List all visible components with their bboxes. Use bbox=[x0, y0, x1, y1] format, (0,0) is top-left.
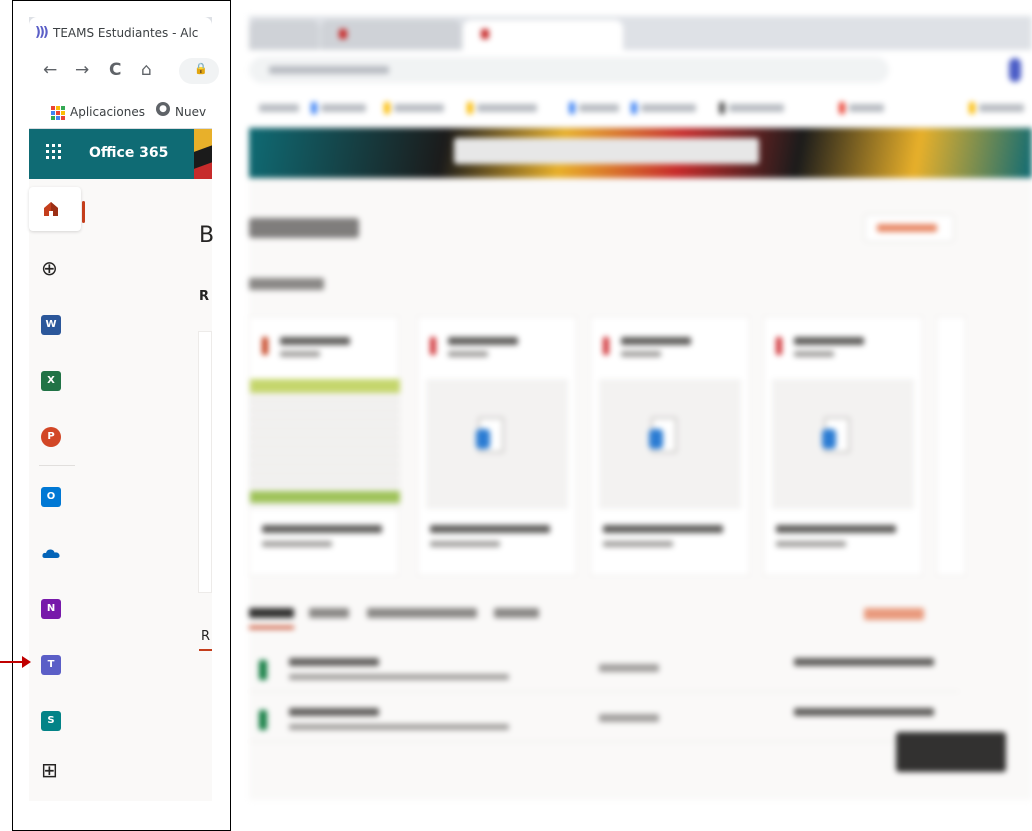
plus-circle-icon: ⊕ bbox=[41, 256, 58, 280]
app-rail: ⊕ W X P O N T S ⊞ bbox=[29, 179, 93, 801]
active-indicator bbox=[82, 201, 85, 223]
rail-item-teams[interactable]: T bbox=[29, 643, 93, 687]
tab-title: TEAMS Estudiantes - Alc bbox=[53, 26, 199, 40]
address-bar[interactable]: 🔒 bbox=[179, 58, 219, 84]
rail-item-all-apps[interactable]: ⊞ bbox=[29, 749, 93, 793]
word-icon: W bbox=[41, 315, 61, 335]
blurred-suite-header bbox=[249, 128, 1032, 178]
rail-item-onedrive[interactable] bbox=[29, 531, 93, 575]
blurred-feedback-toast[interactable] bbox=[896, 732, 1006, 772]
globe-icon: ● bbox=[156, 102, 170, 116]
recent-heading-peek: R bbox=[199, 289, 210, 304]
blurred-navbar bbox=[249, 50, 1032, 90]
blurred-main bbox=[249, 178, 1032, 800]
tab-underline bbox=[199, 649, 212, 651]
blurred-bookmarks bbox=[249, 90, 1032, 128]
all-apps-icon: ⊞ bbox=[41, 758, 58, 782]
rail-item-outlook[interactable]: O bbox=[29, 475, 93, 519]
right-blurred-panel bbox=[231, 0, 1032, 831]
tab-peek: R bbox=[201, 629, 211, 644]
rail-divider bbox=[39, 465, 75, 466]
outlook-icon: O bbox=[41, 487, 61, 507]
annotation-arrow-head bbox=[22, 656, 31, 668]
rail-item-sharepoint[interactable]: S bbox=[29, 699, 93, 743]
onenote-icon: N bbox=[41, 599, 61, 619]
back-icon[interactable]: ← bbox=[43, 60, 57, 80]
home-nav-icon[interactable]: ⌂ bbox=[141, 60, 152, 80]
browser-navbar: ← → C ⌂ 🔒 bbox=[29, 51, 219, 91]
teams-favicon-icon: ))) bbox=[35, 25, 49, 40]
annotation-arrow-line bbox=[0, 661, 24, 663]
teams-icon: T bbox=[41, 655, 61, 675]
browser-tab-active[interactable]: ))) TEAMS Estudiantes - Alc bbox=[29, 17, 212, 51]
lock-icon: 🔒 bbox=[194, 62, 208, 75]
screenshot-stage: ))) TEAMS Estudiantes - Alc ← → C ⌂ 🔒 Ap… bbox=[0, 0, 1032, 831]
home-icon bbox=[44, 202, 58, 216]
main-content-peek: B R R bbox=[93, 179, 215, 801]
waffle-menu-icon[interactable] bbox=[46, 144, 61, 159]
left-crop-panel: ))) TEAMS Estudiantes - Alc ← → C ⌂ 🔒 Ap… bbox=[12, 0, 231, 831]
onedrive-icon bbox=[42, 549, 60, 558]
forward-icon[interactable]: → bbox=[75, 60, 89, 80]
rail-item-word[interactable]: W bbox=[29, 303, 93, 347]
rail-item-powerpoint[interactable]: P bbox=[29, 415, 93, 459]
header-banner-art bbox=[194, 129, 212, 179]
bookmark-apps[interactable]: Aplicaciones bbox=[70, 105, 145, 119]
brand-title[interactable]: Office 365 bbox=[89, 145, 168, 161]
bookmark-second[interactable]: Nuev bbox=[175, 105, 206, 119]
bookmarks-bar: Aplicaciones ● Nuev bbox=[29, 91, 212, 129]
excel-icon: X bbox=[41, 371, 61, 391]
rail-item-create[interactable]: ⊕ bbox=[29, 247, 93, 291]
apps-grid-icon[interactable] bbox=[51, 106, 65, 120]
card-peek bbox=[198, 331, 212, 593]
office-suite-header: Office 365 bbox=[29, 129, 212, 179]
browser-tabstrip: ))) TEAMS Estudiantes - Alc bbox=[29, 17, 212, 51]
reload-icon[interactable]: C bbox=[109, 60, 121, 80]
blurred-content bbox=[231, 0, 1032, 800]
powerpoint-icon: P bbox=[41, 427, 61, 447]
rail-item-home[interactable] bbox=[29, 187, 81, 231]
blurred-tabstrip bbox=[249, 16, 1032, 50]
rail-item-onenote[interactable]: N bbox=[29, 587, 93, 631]
greeting-peek: B bbox=[199, 223, 215, 248]
rail-item-excel[interactable]: X bbox=[29, 359, 93, 403]
sharepoint-icon: S bbox=[41, 711, 61, 731]
